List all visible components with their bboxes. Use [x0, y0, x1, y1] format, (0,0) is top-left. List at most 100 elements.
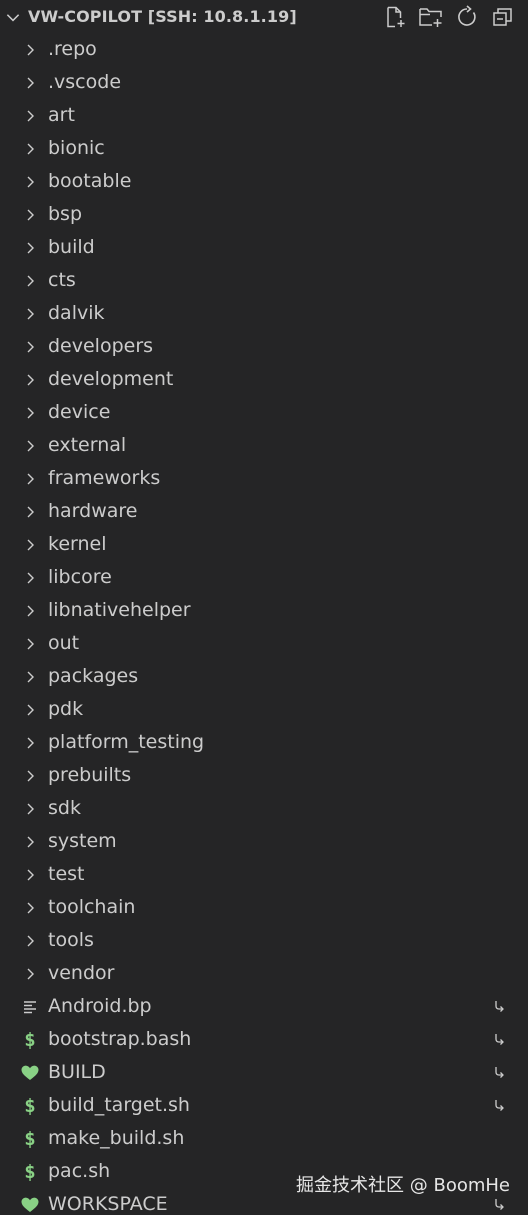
tree-folder-row[interactable]: build: [0, 231, 528, 264]
tree-folder-row[interactable]: vendor: [0, 957, 528, 990]
folder-label: vendor: [48, 962, 115, 984]
folder-label: libnativehelper: [48, 599, 191, 621]
tree-folder-row[interactable]: packages: [0, 660, 528, 693]
watermark-text: 掘金技术社区 @ BoomHe: [296, 1175, 510, 1196]
folder-label: kernel: [48, 533, 107, 555]
tree-folder-row[interactable]: bootable: [0, 165, 528, 198]
tree-folder-row[interactable]: art: [0, 99, 528, 132]
file-label: BUILD: [48, 1061, 106, 1083]
folder-label: external: [48, 434, 127, 456]
symlink-icon: [495, 1067, 504, 1078]
folder-label: bionic: [48, 137, 105, 159]
collapse-all-icon[interactable]: [490, 4, 516, 30]
chevron-right-icon[interactable]: [22, 933, 38, 949]
folder-label: frameworks: [48, 467, 161, 489]
chevron-right-icon[interactable]: [22, 768, 38, 784]
chevron-right-icon[interactable]: [22, 438, 38, 454]
folder-label: development: [48, 368, 174, 390]
chevron-right-icon[interactable]: [22, 966, 38, 982]
tree-folder-row[interactable]: platform_testing: [0, 726, 528, 759]
symlink-icon: [495, 1034, 504, 1045]
chevron-right-icon[interactable]: [22, 603, 38, 619]
chevron-right-icon[interactable]: [22, 636, 38, 652]
symlink-icon: [495, 1199, 504, 1210]
chevron-right-icon[interactable]: [22, 900, 38, 916]
folder-label: tools: [48, 929, 94, 951]
chevron-right-icon[interactable]: [22, 273, 38, 289]
tree-folder-row[interactable]: libcore: [0, 561, 528, 594]
chevron-right-icon[interactable]: [22, 339, 38, 355]
chevron-right-icon[interactable]: [22, 141, 38, 157]
tree-folder-row[interactable]: tools: [0, 924, 528, 957]
chevron-right-icon[interactable]: [22, 75, 38, 91]
new-folder-icon[interactable]: [418, 4, 444, 30]
chevron-right-icon[interactable]: [22, 834, 38, 850]
chevron-right-icon[interactable]: [22, 570, 38, 586]
chevron-right-icon[interactable]: [22, 735, 38, 751]
tree-folder-row[interactable]: developers: [0, 330, 528, 363]
folder-label: .vscode: [48, 71, 122, 93]
folder-label: pdk: [48, 698, 84, 720]
tree-folder-row[interactable]: pdk: [0, 693, 528, 726]
tree-folder-row[interactable]: frameworks: [0, 462, 528, 495]
chevron-right-icon[interactable]: [22, 42, 38, 58]
folder-label: sdk: [48, 797, 81, 819]
folder-label: device: [48, 401, 111, 423]
tree-file-row[interactable]: BUILD: [0, 1056, 528, 1089]
folder-label: art: [48, 104, 75, 126]
tree-folder-row[interactable]: out: [0, 627, 528, 660]
tree-folder-row[interactable]: hardware: [0, 495, 528, 528]
chevron-right-icon[interactable]: [22, 372, 38, 388]
file-label: make_build.sh: [48, 1127, 185, 1149]
explorer-actions: [382, 4, 516, 30]
tree-folder-row[interactable]: prebuilts: [0, 759, 528, 792]
new-file-icon[interactable]: [382, 4, 408, 30]
tree-folder-row[interactable]: kernel: [0, 528, 528, 561]
tree-folder-row[interactable]: cts: [0, 264, 528, 297]
dollar-icon: $: [24, 1128, 36, 1150]
tree-folder-row[interactable]: dalvik: [0, 297, 528, 330]
tree-file-row[interactable]: $ build_target.sh: [0, 1089, 528, 1122]
symlink-icon: [495, 1100, 504, 1111]
explorer-section-header[interactable]: VW-COPILOT [SSH: 10.8.1.19]: [0, 0, 528, 33]
file-tree: .repo .vscode art bionic bootable bsp build cts…: [0, 33, 528, 1215]
tree-file-row[interactable]: Android.bp: [0, 990, 528, 1023]
heart-icon: [20, 1195, 40, 1215]
chevron-right-icon[interactable]: [22, 306, 38, 322]
folder-label: out: [48, 632, 80, 654]
chevron-right-icon[interactable]: [22, 537, 38, 553]
tree-folder-row[interactable]: sdk: [0, 792, 528, 825]
tree-folder-row[interactable]: .repo: [0, 33, 528, 66]
folder-label: cts: [48, 269, 76, 291]
chevron-right-icon[interactable]: [22, 405, 38, 421]
chevron-right-icon[interactable]: [22, 867, 38, 883]
tree-folder-row[interactable]: development: [0, 363, 528, 396]
chevron-right-icon[interactable]: [22, 702, 38, 718]
tree-folder-row[interactable]: bsp: [0, 198, 528, 231]
tree-folder-row[interactable]: toolchain: [0, 891, 528, 924]
tree-folder-row[interactable]: device: [0, 396, 528, 429]
chevron-right-icon[interactable]: [22, 207, 38, 223]
chevron-right-icon[interactable]: [22, 174, 38, 190]
tree-folder-row[interactable]: external: [0, 429, 528, 462]
symlink-icon: [495, 1001, 504, 1012]
chevron-down-icon[interactable]: [4, 8, 22, 26]
file-label: Android.bp: [48, 995, 152, 1017]
tree-folder-row[interactable]: system: [0, 825, 528, 858]
tree-folder-row[interactable]: libnativehelper: [0, 594, 528, 627]
refresh-icon[interactable]: [454, 4, 480, 30]
dollar-icon: $: [24, 1161, 36, 1183]
tree-folder-row[interactable]: bionic: [0, 132, 528, 165]
folder-label: dalvik: [48, 302, 105, 324]
tree-file-row[interactable]: $ bootstrap.bash: [0, 1023, 528, 1056]
tree-folder-row[interactable]: test: [0, 858, 528, 891]
tree-file-row[interactable]: $ make_build.sh: [0, 1122, 528, 1155]
tree-folder-row[interactable]: .vscode: [0, 66, 528, 99]
chevron-right-icon[interactable]: [22, 669, 38, 685]
chevron-right-icon[interactable]: [22, 108, 38, 124]
chevron-right-icon[interactable]: [22, 471, 38, 487]
chevron-right-icon[interactable]: [22, 801, 38, 817]
chevron-right-icon[interactable]: [22, 504, 38, 520]
folder-label: .repo: [48, 38, 97, 60]
chevron-right-icon[interactable]: [22, 240, 38, 256]
